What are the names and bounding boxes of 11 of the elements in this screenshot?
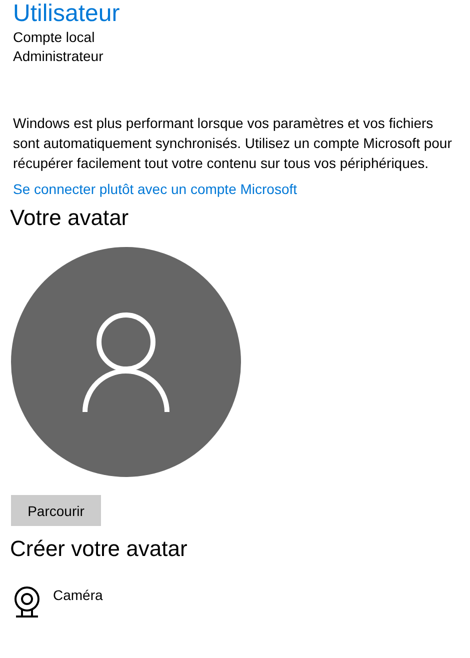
section-title: Créer votre avatar [10, 536, 188, 562]
webcam-icon [13, 586, 41, 618]
sync-message: Windows est plus performant lorsque vos paramètres et vos fichiers sont automatiquement synchronisés. Utilisez un compte Microsoft pour récupérer facilement tout votre contenu sur tous vos périphériques. [13, 114, 453, 173]
user-icon [81, 312, 171, 412]
section-title: Votre avatar [10, 205, 129, 231]
account-type: Compte local [13, 28, 95, 47]
account-role: Administrateur [13, 47, 104, 66]
signin-link[interactable]: Se connecter plutôt avec un compte Microsoft [13, 179, 298, 199]
browse-button[interactable]: Parcourir [11, 495, 101, 526]
account-name: Utilisateur [13, 0, 120, 28]
option-label[interactable]: Caméra [53, 586, 103, 604]
